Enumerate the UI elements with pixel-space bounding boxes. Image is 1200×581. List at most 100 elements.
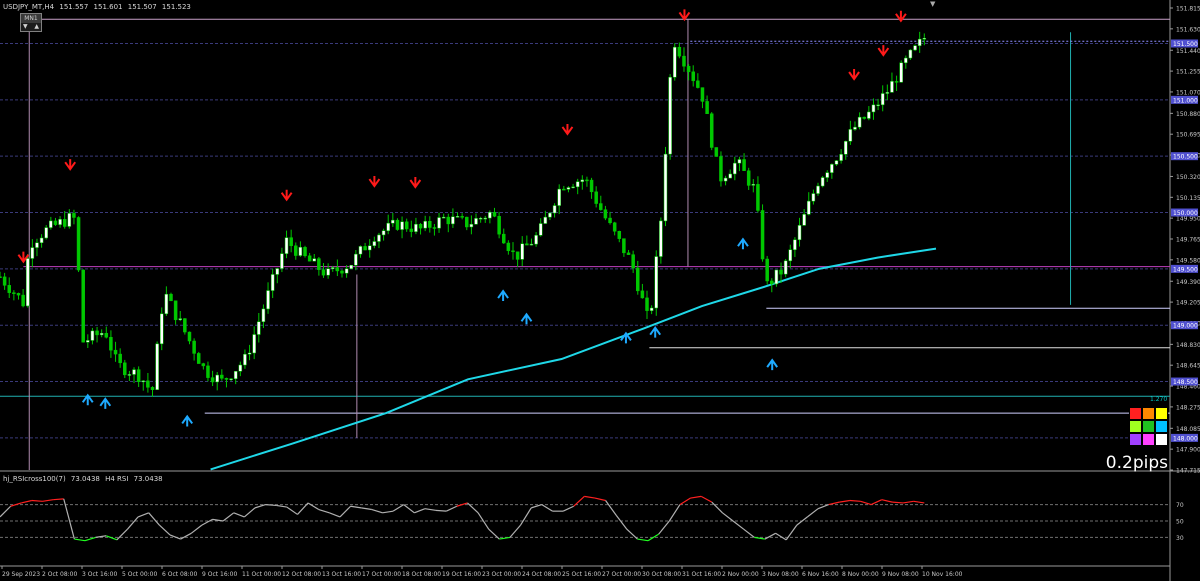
spread-label: 0.2pips xyxy=(1105,453,1168,473)
candle-body xyxy=(391,219,395,224)
candle-body xyxy=(534,235,538,245)
candle-body xyxy=(603,209,608,219)
triangle-down-icon[interactable]: ▼ xyxy=(23,23,28,30)
candle-body xyxy=(834,160,839,165)
candle-body xyxy=(196,353,201,364)
signal-up-arrow xyxy=(181,414,194,427)
rsi-segment xyxy=(764,532,776,540)
candle-body xyxy=(751,184,756,186)
candle-body xyxy=(460,216,464,218)
palette-swatch[interactable] xyxy=(1155,407,1168,420)
signal-up-arrow xyxy=(497,289,509,302)
rsi-segment xyxy=(180,532,192,540)
palette-swatch[interactable] xyxy=(1129,433,1142,446)
palette-swatch[interactable] xyxy=(1142,433,1155,446)
color-palette[interactable] xyxy=(1129,407,1168,446)
chart-info-line: USDJPY_MT,H4 151.557 151.601 151.507 151… xyxy=(3,3,194,11)
x-tick-label: 2 Nov 00:00 xyxy=(722,571,759,578)
rsi-segment xyxy=(881,499,893,503)
candle-body xyxy=(307,255,312,262)
palette-swatch[interactable] xyxy=(1129,420,1142,433)
candle-body xyxy=(289,237,293,247)
candle-body xyxy=(233,371,238,379)
timeframe-label: MN1 xyxy=(21,14,41,23)
candle-body xyxy=(585,179,589,182)
palette-swatch[interactable] xyxy=(1155,433,1168,446)
candle-body xyxy=(677,46,682,57)
candle-body xyxy=(266,290,270,310)
candle-body xyxy=(363,246,367,251)
candle-body xyxy=(16,293,21,296)
price-chart[interactable]: 151.815 151.630 151.440 151.255 151.070 150.8… xyxy=(0,0,1200,581)
candle-body xyxy=(899,62,903,83)
candle-body xyxy=(760,210,765,260)
rsi-label: H4 RSI xyxy=(105,475,129,483)
time-axis: 29 Sep 2023 2 Oct 08:00 3 Oct 16:00 5 Oct 0… xyxy=(1,566,963,578)
candle-body xyxy=(894,81,899,83)
candle-body xyxy=(2,276,7,286)
candle-body xyxy=(280,253,284,269)
chart-shift-icon[interactable]: ▼ xyxy=(930,0,935,8)
candle-body xyxy=(229,378,233,380)
level-label-text: 151.500 xyxy=(1173,41,1198,48)
candle-body xyxy=(612,222,617,232)
candle-body xyxy=(409,228,414,232)
candle-body xyxy=(344,268,349,274)
candle-body xyxy=(381,230,386,236)
palette-swatch[interactable] xyxy=(1142,407,1155,420)
candle-body xyxy=(515,251,520,260)
level-label-text: 148.000 xyxy=(1173,435,1198,442)
signal-down-arrow xyxy=(848,69,860,81)
candle-body xyxy=(580,179,585,182)
candle-body xyxy=(238,364,243,372)
y-tick-label: 148.645 xyxy=(1176,363,1200,370)
rsi-segment xyxy=(276,504,287,508)
candle-body xyxy=(682,55,686,67)
palette-swatch[interactable] xyxy=(1155,420,1168,433)
candle-body xyxy=(756,184,760,211)
rsi-segment xyxy=(95,535,107,538)
rsi-segment xyxy=(679,497,691,506)
candle-body xyxy=(90,330,95,341)
rsi-value-1: 73.0438 xyxy=(70,475,100,483)
candle-body xyxy=(109,337,113,351)
rsi-panel: 70 50 30 xyxy=(0,495,1184,542)
palette-swatch[interactable] xyxy=(1129,407,1142,420)
candle-body xyxy=(367,245,372,251)
x-tick-label: 2 Oct 08:00 xyxy=(42,571,77,578)
candle-body xyxy=(871,104,876,113)
triangle-up-icon[interactable]: ▲ xyxy=(34,23,39,30)
candle-body xyxy=(123,362,127,376)
x-tick-label: 30 Oct 08:00 xyxy=(642,571,681,578)
candle-body xyxy=(395,219,400,230)
candle-body xyxy=(802,214,806,226)
rsi-segment xyxy=(658,520,670,535)
rsi-segment xyxy=(53,498,64,501)
candle-body xyxy=(626,252,631,255)
timeframe-selector[interactable]: MN1 ▼ ▲ xyxy=(20,13,42,32)
candle-body xyxy=(820,177,825,187)
rsi-segment xyxy=(190,524,203,534)
candle-body xyxy=(862,116,866,119)
candle-body xyxy=(742,159,746,171)
rsi-segment xyxy=(913,500,925,504)
rsi-segment xyxy=(711,501,723,514)
price-levels xyxy=(0,18,1170,470)
candle-body xyxy=(566,187,571,190)
x-tick-label: 31 Oct 16:00 xyxy=(682,571,721,578)
y-tick-label: 149.765 xyxy=(1176,237,1200,244)
candle-body xyxy=(714,147,719,157)
high-value: 151.601 xyxy=(93,3,123,11)
candle-body xyxy=(358,246,363,255)
candle-body xyxy=(543,216,548,224)
candle-body xyxy=(557,188,561,206)
candle-body xyxy=(312,258,317,262)
candle-body xyxy=(917,38,922,46)
candle-body xyxy=(599,203,603,210)
candle-body xyxy=(113,349,118,355)
candle-body xyxy=(257,321,261,335)
palette-swatch[interactable] xyxy=(1142,420,1155,433)
rsi-segment xyxy=(605,500,617,516)
rsi-info-line: hj_RSIcross100(7) 73.0438 H4 RSI 73.0438 xyxy=(3,475,166,483)
candle-body xyxy=(691,71,695,82)
